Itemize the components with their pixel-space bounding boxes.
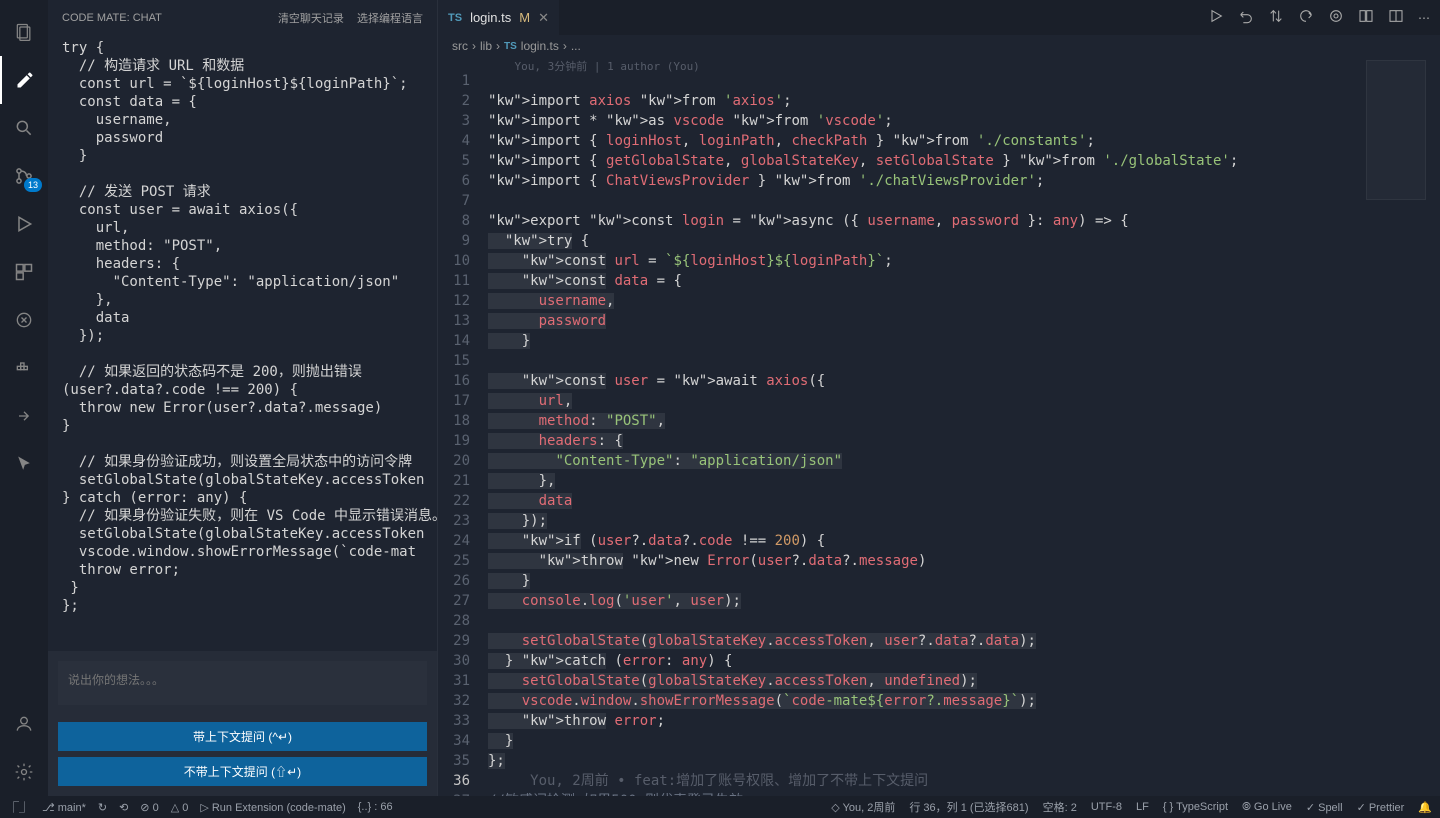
chat-panel: CODE MATE: CHAT 清空聊天记录 选择编程语言 try { // 构… bbox=[48, 0, 438, 796]
typescript-icon: TS bbox=[448, 12, 462, 24]
status-spell[interactable]: ✓ Spell bbox=[1306, 801, 1343, 814]
explorer-icon[interactable] bbox=[0, 8, 48, 56]
tab-bar: TS login.ts M ✕ ⋯ bbox=[438, 0, 1440, 35]
database-icon[interactable] bbox=[0, 296, 48, 344]
chat-title: CODE MATE: CHAT bbox=[62, 12, 162, 24]
crumb-lib[interactable]: lib bbox=[480, 39, 492, 53]
search-icon[interactable] bbox=[0, 104, 48, 152]
status-warnings[interactable]: △ 0 bbox=[171, 801, 189, 814]
status-port-icon[interactable]: ⟲ bbox=[119, 801, 128, 814]
status-bar: ⎾⏌ ⎇ main* ↻ ⟲ ⊘ 0 △ 0 ▷ Run Extension (… bbox=[0, 796, 1440, 818]
typescript-icon: TS bbox=[504, 41, 517, 52]
extensions-icon[interactable] bbox=[0, 248, 48, 296]
crumb-src[interactable]: src bbox=[452, 39, 468, 53]
arrow-icon[interactable] bbox=[0, 392, 48, 440]
split-icon[interactable] bbox=[1358, 8, 1374, 27]
chat-header: CODE MATE: CHAT 清空聊天记录 选择编程语言 bbox=[48, 0, 437, 35]
docker-icon[interactable] bbox=[0, 344, 48, 392]
settings-gear-icon[interactable] bbox=[0, 748, 48, 796]
status-golive[interactable]: ⦾ Go Live bbox=[1242, 801, 1292, 814]
activity-bar: 13 bbox=[0, 0, 48, 796]
status-errors[interactable]: ⊘ 0 bbox=[140, 801, 158, 814]
status-bell-icon[interactable]: 🔔 bbox=[1418, 801, 1432, 814]
run-debug-icon[interactable] bbox=[0, 200, 48, 248]
minimap[interactable] bbox=[1366, 60, 1426, 200]
remote-icon[interactable]: ⎾⏌ bbox=[8, 799, 30, 815]
tab-close-icon[interactable]: ✕ bbox=[538, 10, 549, 26]
editor-area: TS login.ts M ✕ ⋯ src› lib› TS login.ts›… bbox=[438, 0, 1440, 796]
source-control-icon[interactable]: 13 bbox=[0, 152, 48, 200]
code-area[interactable]: You, 3分钟前 | 1 author (You)"kw">import ax… bbox=[488, 57, 1440, 796]
status-blame[interactable]: ◇ You, 2周前 bbox=[831, 799, 895, 815]
chat-input-area: 带上下文提问 (^↵) 不带上下文提问 (⇧↵) bbox=[48, 651, 437, 796]
status-eol[interactable]: LF bbox=[1136, 801, 1149, 813]
breadcrumbs[interactable]: src› lib› TS login.ts› ... bbox=[438, 35, 1440, 57]
chat-body: try { // 构造请求 URL 和数据 const url = `${log… bbox=[48, 35, 437, 651]
status-encoding[interactable]: UTF-8 bbox=[1091, 801, 1122, 813]
chat-clear-button[interactable]: 清空聊天记录 bbox=[278, 13, 344, 25]
revert-icon[interactable] bbox=[1298, 8, 1314, 27]
status-spaces[interactable]: 空格: 2 bbox=[1043, 799, 1077, 815]
tab-login-ts[interactable]: TS login.ts M ✕ bbox=[438, 0, 559, 35]
account-icon[interactable] bbox=[0, 700, 48, 748]
diff-icon[interactable] bbox=[1328, 8, 1344, 27]
play-icon[interactable] bbox=[1208, 8, 1224, 27]
status-sync[interactable]: ↻ bbox=[98, 801, 107, 814]
status-language[interactable]: { } TypeScript bbox=[1163, 801, 1228, 813]
status-cursor-pos[interactable]: 行 36，列 1 (已选择681) bbox=[909, 799, 1028, 815]
status-branch[interactable]: ⎇ main* bbox=[42, 801, 86, 814]
undo-icon[interactable] bbox=[1238, 8, 1254, 27]
more-icon[interactable]: ⋯ bbox=[1418, 11, 1430, 25]
status-run[interactable]: ▷ Run Extension (code-mate) bbox=[200, 801, 345, 814]
ask-without-context-button[interactable]: 不带上下文提问 (⇧↵) bbox=[58, 757, 427, 786]
layout-icon[interactable] bbox=[1388, 8, 1404, 27]
pointer-icon[interactable] bbox=[0, 440, 48, 488]
line-gutter: 1234567891011121314151617181920212223242… bbox=[438, 57, 488, 796]
ask-with-context-button[interactable]: 带上下文提问 (^↵) bbox=[58, 722, 427, 751]
chat-lang-button[interactable]: 选择编程语言 bbox=[357, 13, 423, 25]
tab-label: login.ts bbox=[470, 10, 511, 25]
chat-code-block: try { // 构造请求 URL 和数据 const url = `${log… bbox=[48, 39, 437, 615]
crumb-more[interactable]: ... bbox=[571, 39, 581, 53]
status-json[interactable]: {..} : 66 bbox=[358, 801, 393, 813]
status-prettier[interactable]: ✓ Prettier bbox=[1357, 801, 1405, 814]
compare-icon[interactable] bbox=[1268, 8, 1284, 27]
editor-actions: ⋯ bbox=[1208, 0, 1440, 35]
editor-content[interactable]: 1234567891011121314151617181920212223242… bbox=[438, 57, 1440, 796]
scm-badge: 13 bbox=[24, 178, 42, 192]
edit-icon[interactable] bbox=[0, 56, 48, 104]
crumb-file[interactable]: login.ts bbox=[521, 39, 559, 53]
chat-input[interactable] bbox=[58, 661, 427, 705]
tab-modified-badge: M bbox=[519, 10, 530, 25]
